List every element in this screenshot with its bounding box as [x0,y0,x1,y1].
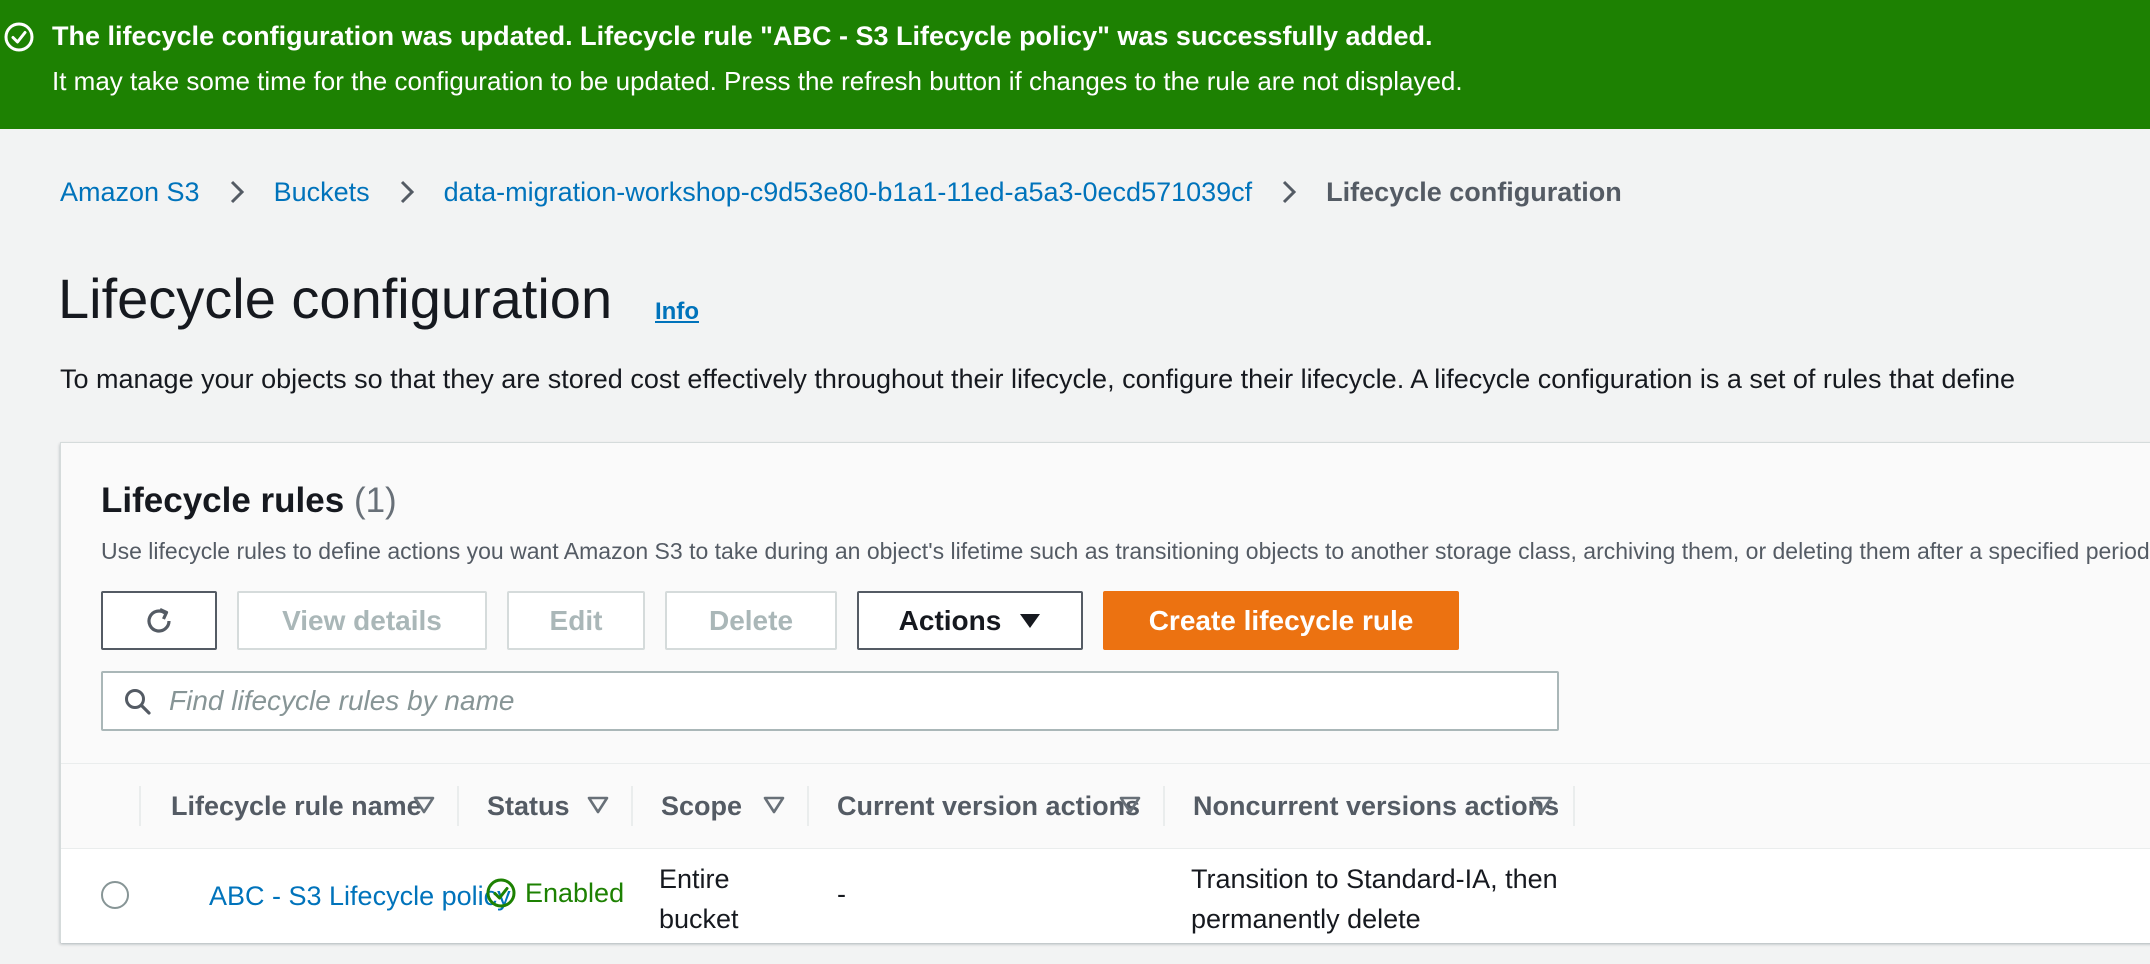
column-header-label: Lifecycle rule name [171,790,422,821]
scope-line: bucket [659,904,739,934]
sort-down-icon [587,796,609,814]
info-link[interactable]: Info [655,298,699,326]
caret-down-icon [1020,613,1041,628]
rule-name-cell: ABC - S3 Lifecycle policy [209,881,511,912]
column-header-label: Status [487,790,570,821]
page-description: To manage your objects so that they are … [60,364,2016,394]
view-details-button[interactable]: View details [237,591,487,650]
column-header-rule-name[interactable]: Lifecycle rule name [171,764,457,848]
column-header-label: Current version actions [837,790,1141,821]
noncurrent-line: Transition to Standard-IA, then [1191,864,1558,894]
search-icon [125,689,151,715]
breadcrumb-bucket-name[interactable]: data-migration-workshop-c9d53e80-b1a1-11… [444,177,1253,208]
column-header-label: Noncurrent versions actions [1193,790,1560,821]
delete-button[interactable]: Delete [665,591,837,650]
edit-button[interactable]: Edit [507,591,645,650]
current-version-actions-cell: - [837,879,846,909]
column-header-current-version-actions[interactable]: Current version actions [837,764,1163,848]
table-row[interactable]: ABC - S3 Lifecycle policy Enabled Entire… [61,849,2150,943]
sort-down-icon [413,796,435,814]
column-divider [139,786,141,826]
breadcrumb-amazon-s3[interactable]: Amazon S3 [60,177,200,208]
chevron-right-icon [400,180,414,204]
column-header-scope[interactable]: Scope [661,764,805,848]
lifecycle-rules-count: (1) [353,481,397,520]
scope-line: Entire [659,864,730,894]
scope-cell: Entire bucket [659,859,739,939]
check-circle-icon [486,878,516,908]
sort-down-icon [1531,796,1553,814]
search-field [101,671,1559,731]
column-divider [631,786,633,826]
status-text: Enabled [525,877,625,908]
column-divider [1573,786,1575,826]
column-divider [807,786,809,826]
lifecycle-rules-title: Lifecycle rules [101,481,345,520]
page-title: Lifecycle configuration [58,267,613,330]
check-circle-icon [4,22,34,52]
column-divider [457,786,459,826]
lifecycle-rules-description: Use lifecycle rules to define actions yo… [101,538,2150,564]
success-flashbar: The lifecycle configuration was updated.… [0,0,2150,129]
chevron-right-icon [230,180,244,204]
breadcrumb-buckets[interactable]: Buckets [274,177,370,208]
column-divider [1163,786,1165,826]
sort-down-icon [1119,796,1141,814]
noncurrent-line: permanently delete [1191,904,1421,934]
actions-label: Actions [898,604,1002,636]
rule-name-link[interactable]: ABC - S3 Lifecycle policy [209,881,511,911]
refresh-icon [147,607,171,633]
column-header-label: Scope [661,790,743,821]
chevron-right-icon [1283,180,1297,204]
refresh-button[interactable] [101,591,217,650]
actions-dropdown-button[interactable]: Actions [857,591,1083,650]
column-header-status[interactable]: Status [487,764,631,848]
sort-down-icon [763,796,785,814]
row-select-radio[interactable] [101,881,129,909]
flash-message: It may take some time for the configurat… [52,66,1463,96]
table-header: Lifecycle rule name Status Scope Current… [61,763,2150,849]
breadcrumb-current: Lifecycle configuration [1326,176,1622,207]
column-header-noncurrent-versions-actions[interactable]: Noncurrent versions actions [1193,764,1573,848]
noncurrent-versions-actions-cell: Transition to Standard-IA, then permanen… [1191,859,1558,939]
lifecycle-rules-container: Lifecycle rules (1) Use lifecycle rules … [60,442,2150,943]
search-input[interactable] [169,681,1529,721]
create-lifecycle-rule-button[interactable]: Create lifecycle rule [1103,591,1459,650]
status-cell: Enabled [485,877,624,909]
breadcrumb: Amazon S3 Buckets data-migration-worksho… [60,174,1622,210]
lifecycle-rules-heading: Lifecycle rules (1) [101,481,397,521]
flash-title: The lifecycle configuration was updated.… [52,21,1433,51]
